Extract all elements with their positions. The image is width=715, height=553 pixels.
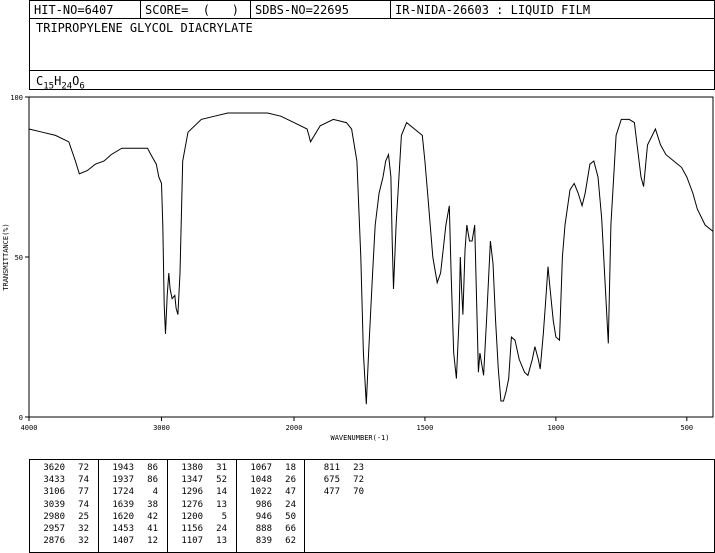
peak-transmittance: 74	[78, 499, 89, 510]
x-axis-label: WAVENUMBER(-1)	[330, 434, 389, 442]
peak-wavenumber: 839	[255, 536, 272, 547]
peak-wavenumber: 1620	[112, 511, 134, 522]
peak-transmittance-column: 86 86 4 38 42 41 12	[138, 462, 158, 547]
peak-table-divider	[98, 459, 99, 552]
peak-wavenumber: 1943	[112, 463, 134, 473]
peak-wavenumber: 1048	[250, 475, 272, 486]
peak-wavenumber: 1067	[250, 463, 272, 473]
peak-transmittance: 4	[152, 487, 158, 498]
y-tick-label: 0	[19, 414, 23, 422]
peak-transmittance: 50	[285, 511, 296, 522]
peak-wavenumber: 1639	[112, 499, 134, 510]
peak-transmittance: 72	[78, 463, 89, 473]
peak-transmittance: 32	[78, 536, 89, 547]
peak-transmittance: 86	[147, 475, 158, 486]
peak-wavenumber: 675	[323, 475, 340, 486]
peak-wavenumber: 2876	[43, 536, 65, 547]
peak-transmittance: 31	[216, 463, 227, 473]
peak-transmittance: 12	[147, 536, 158, 547]
peak-transmittance: 72	[353, 475, 364, 486]
peak-transmittance: 14	[216, 487, 227, 498]
peak-transmittance: 66	[285, 524, 296, 535]
x-tick-label: 500	[680, 424, 693, 432]
peak-wavenumber: 3620	[43, 463, 65, 473]
y-tick-label: 100	[10, 94, 23, 102]
y-axis-label: TRANSMITTANCE(%)	[2, 223, 10, 290]
peak-wavenumber: 986	[255, 499, 272, 510]
peak-transmittance: 32	[78, 524, 89, 535]
peak-transmittance: 86	[147, 463, 158, 473]
peak-transmittance: 74	[78, 475, 89, 486]
peak-transmittance: 47	[285, 487, 296, 498]
peak-wavenumber-column: 1067 1048 1022 986 946 888 839	[238, 462, 272, 547]
peak-wavenumber-column: 3620 3433 3106 3039 2980 2957 2876	[31, 462, 65, 547]
peak-wavenumber: 1380	[181, 463, 203, 473]
peak-transmittance: 70	[353, 487, 364, 498]
peak-wavenumber: 1022	[250, 487, 272, 498]
peak-wavenumber-column: 1943 1937 1724 1639 1620 1453 1407	[100, 462, 134, 547]
peak-transmittance: 42	[147, 511, 158, 522]
peak-transmittance: 25	[78, 511, 89, 522]
peak-wavenumber: 3106	[43, 487, 65, 498]
peak-transmittance-column: 72 74 77 74 25 32 32	[69, 462, 89, 547]
peak-table-divider	[167, 459, 168, 552]
x-tick-label: 1000	[547, 424, 564, 432]
peak-wavenumber-column: 811 675 477	[306, 462, 340, 499]
peak-table-divider	[236, 459, 237, 552]
peak-transmittance: 41	[147, 524, 158, 535]
ir-spectrum-chart: 4000 3000 2000 1500 1000 500 0 50 100 WAVENUMBE…	[2, 94, 714, 442]
peak-transmittance-column: 18 26 47 24 50 66 62	[276, 462, 296, 547]
y-axis-ticks: 0 50 100	[10, 94, 29, 422]
peak-wavenumber: 1296	[181, 487, 203, 498]
peak-wavenumber: 888	[255, 524, 272, 535]
peak-wavenumber: 1453	[112, 524, 134, 535]
peak-wavenumber: 1276	[181, 499, 203, 510]
peak-wavenumber-column: 1380 1347 1296 1276 1200 1156 1107	[169, 462, 203, 547]
peak-transmittance: 52	[216, 475, 227, 486]
peak-transmittance: 5	[221, 511, 227, 522]
peak-wavenumber: 2957	[43, 524, 65, 535]
peak-transmittance: 26	[285, 475, 296, 486]
x-tick-label: 1500	[417, 424, 434, 432]
peak-wavenumber: 1200	[181, 511, 203, 522]
peak-transmittance: 13	[216, 499, 227, 510]
peak-wavenumber: 2980	[43, 511, 65, 522]
peak-wavenumber: 1347	[181, 475, 203, 486]
peak-transmittance: 18	[285, 463, 296, 473]
peak-wavenumber: 1724	[112, 487, 134, 498]
peak-wavenumber: 811	[323, 463, 340, 473]
peak-wavenumber: 1407	[112, 536, 134, 547]
peak-wavenumber: 1156	[181, 524, 203, 535]
peak-transmittance: 24	[285, 499, 296, 510]
x-tick-label: 3000	[153, 424, 170, 432]
peak-transmittance: 77	[78, 487, 89, 498]
peak-wavenumber: 1107	[181, 536, 203, 547]
peak-transmittance: 62	[285, 536, 296, 547]
peak-transmittance-column: 31 52 14 13 5 24 13	[207, 462, 227, 547]
peak-transmittance: 24	[216, 524, 227, 535]
peak-wavenumber: 1937	[112, 475, 134, 486]
x-axis-ticks: 4000 3000 2000 1500 1000 500	[21, 417, 693, 432]
y-tick-label: 50	[15, 254, 23, 262]
peak-transmittance: 38	[147, 499, 158, 510]
x-tick-label: 4000	[21, 424, 38, 432]
peak-table-divider	[304, 459, 305, 552]
x-tick-label: 2000	[286, 424, 303, 432]
peak-transmittance-column: 23 72 70	[344, 462, 364, 499]
peak-wavenumber: 477	[323, 487, 340, 498]
peak-transmittance: 23	[353, 463, 364, 473]
peak-wavenumber: 946	[255, 511, 272, 522]
peak-wavenumber: 3433	[43, 475, 65, 486]
peak-transmittance: 13	[216, 536, 227, 547]
spectrum-line	[28, 112, 714, 405]
peak-wavenumber: 3039	[43, 499, 65, 510]
